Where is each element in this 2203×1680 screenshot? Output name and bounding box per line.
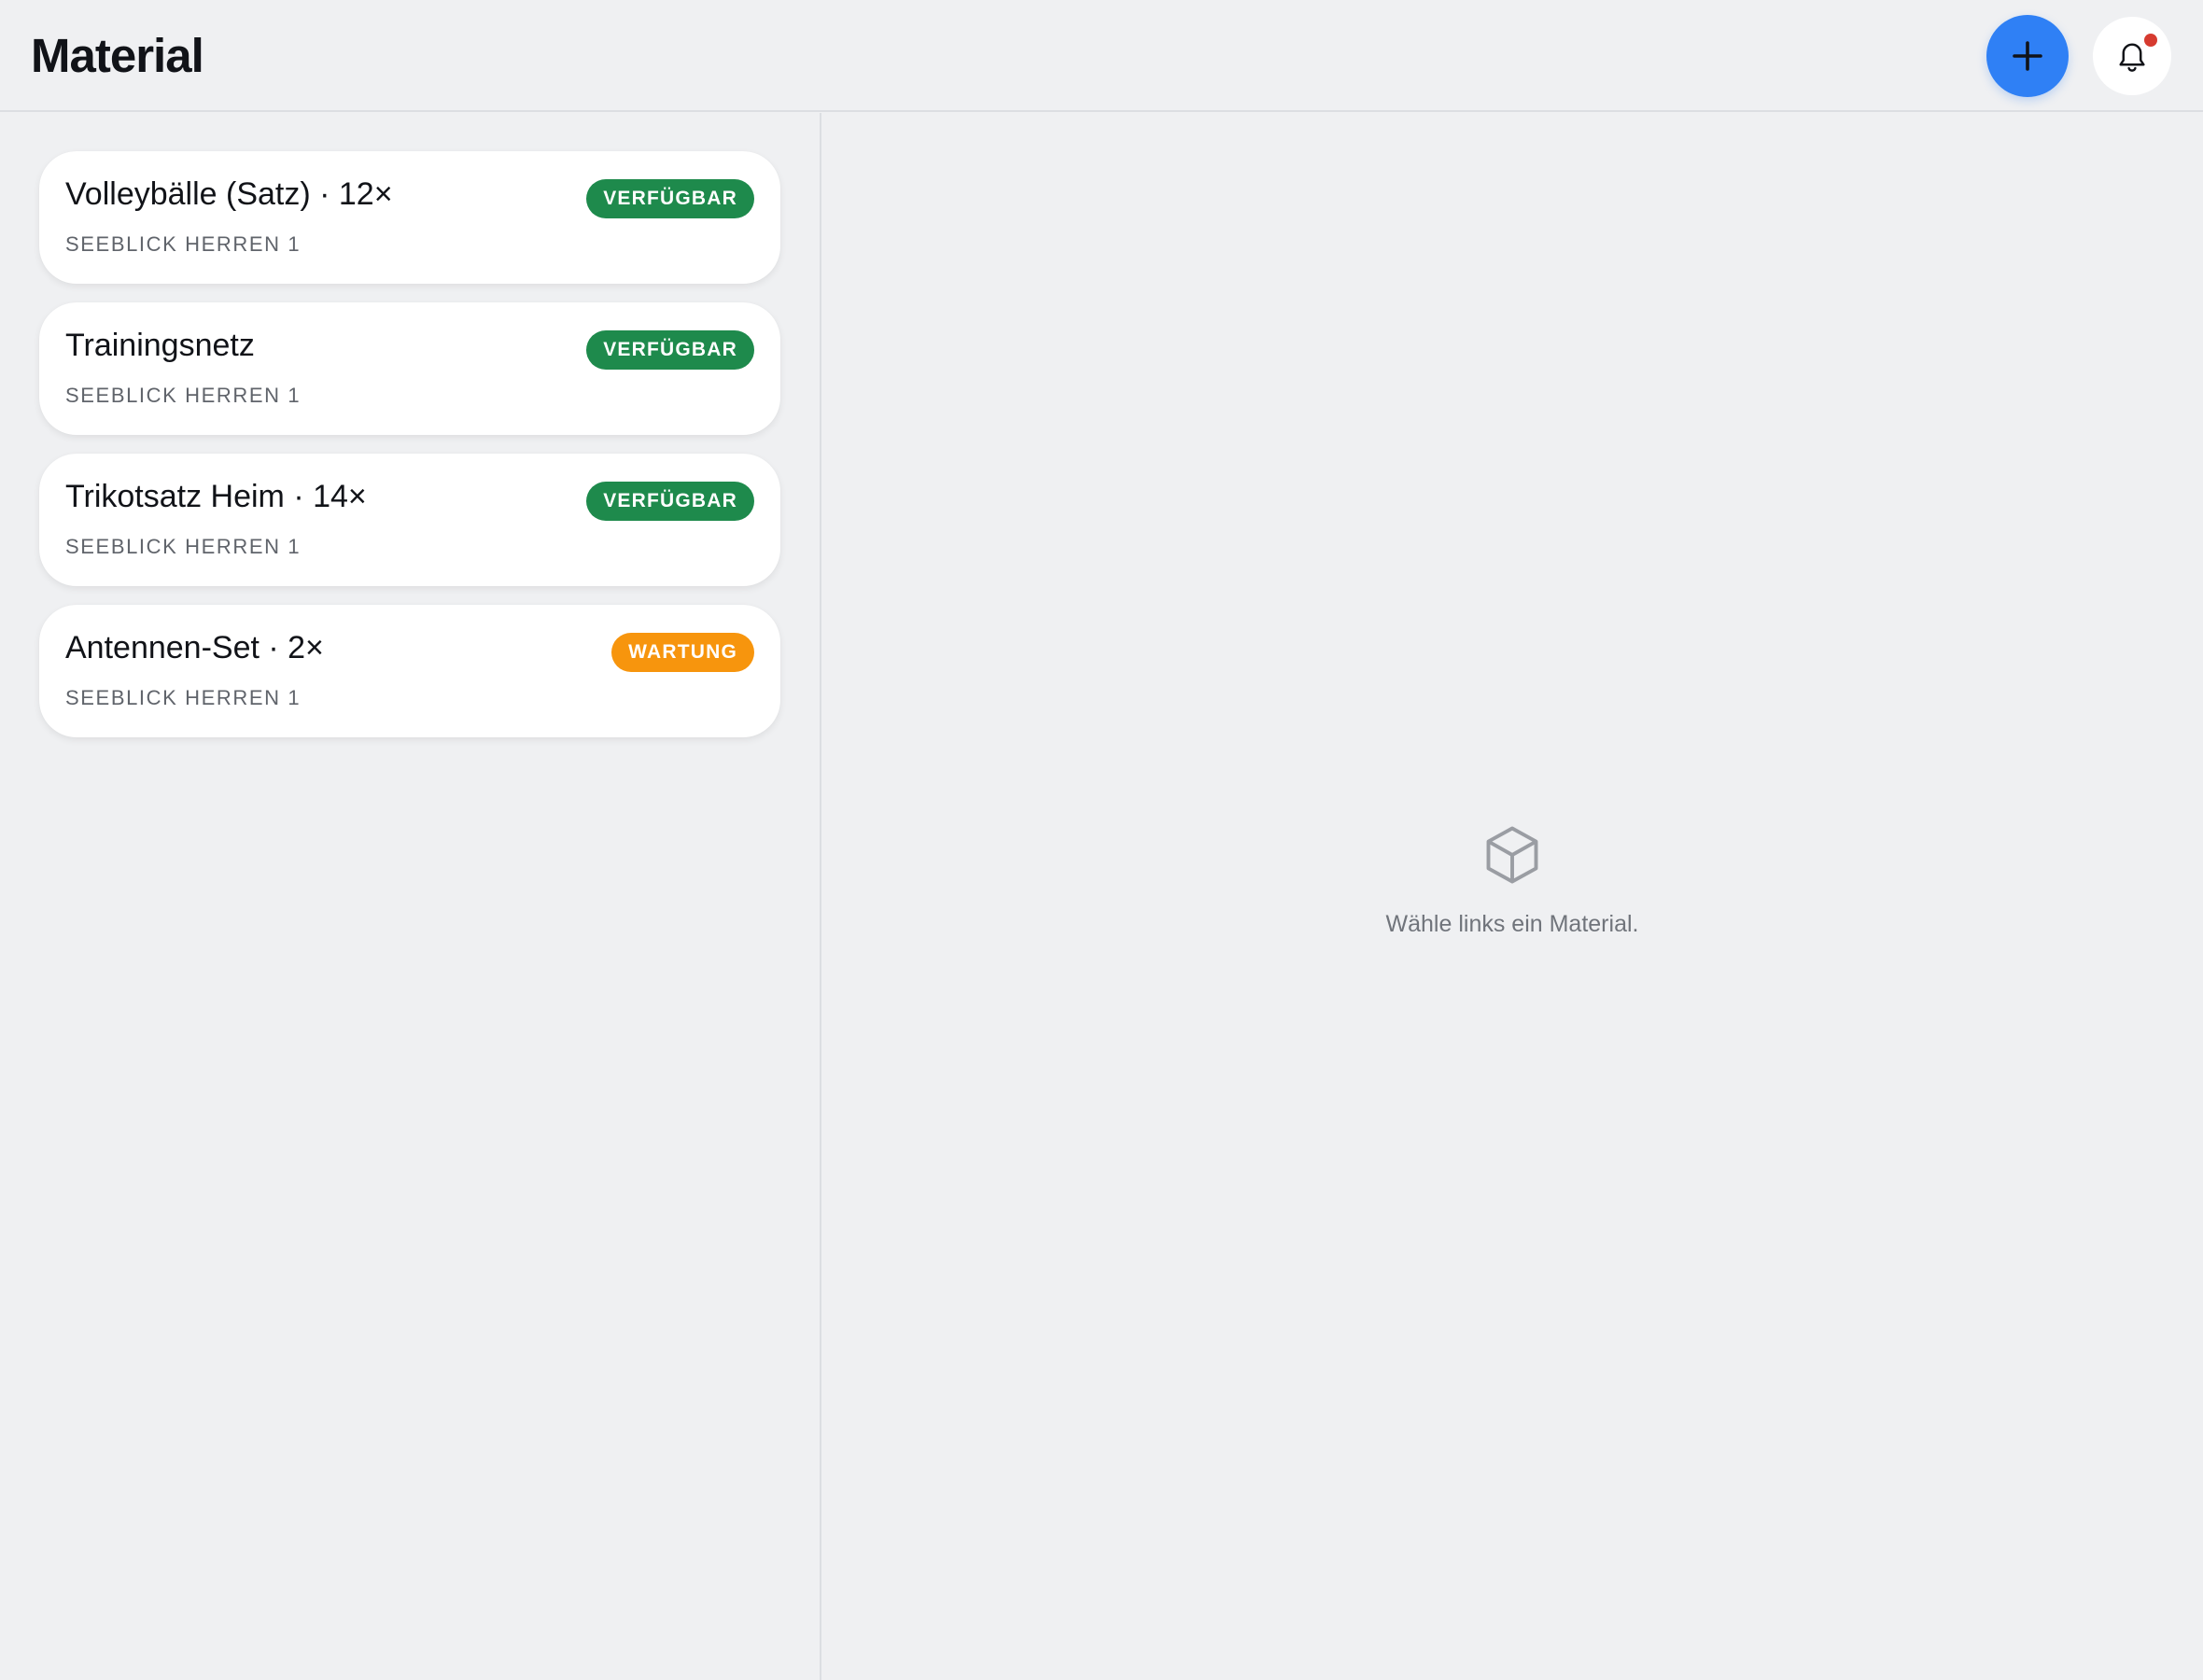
status-badge: VERFÜGBAR bbox=[586, 482, 754, 521]
material-title: Trikotsatz Heim · 14× bbox=[65, 479, 367, 514]
notification-dot bbox=[2144, 34, 2157, 47]
material-card[interactable]: Volleybälle (Satz) · 12× SEEBLICK HERREN… bbox=[39, 151, 780, 284]
app-root: Material Volleybälle (Satz) · 12× SEEBLI… bbox=[0, 0, 2203, 1680]
top-bar: Material bbox=[0, 0, 2203, 112]
add-material-button[interactable] bbox=[1986, 15, 2069, 97]
cube-icon bbox=[1486, 826, 1538, 884]
page-title: Material bbox=[31, 29, 204, 82]
material-card[interactable]: Antennen-Set · 2× SEEBLICK HERREN 1 WART… bbox=[39, 605, 780, 737]
status-badge: VERFÜGBAR bbox=[586, 330, 754, 370]
material-title: Volleybälle (Satz) · 12× bbox=[65, 176, 393, 212]
status-badge: VERFÜGBAR bbox=[586, 179, 754, 218]
status-badge: WARTUNG bbox=[611, 633, 754, 672]
plus-icon bbox=[2013, 41, 2042, 71]
material-team: SEEBLICK HERREN 1 bbox=[65, 232, 302, 256]
material-card[interactable]: Trikotsatz Heim · 14× SEEBLICK HERREN 1 … bbox=[39, 454, 780, 586]
material-title: Antennen-Set · 2× bbox=[65, 630, 324, 665]
material-team: SEEBLICK HERREN 1 bbox=[65, 535, 302, 558]
material-card[interactable]: Trainingsnetz SEEBLICK HERREN 1 VERFÜGBA… bbox=[39, 302, 780, 435]
material-team: SEEBLICK HERREN 1 bbox=[65, 686, 302, 709]
material-title: Trainingsnetz bbox=[65, 328, 255, 363]
empty-state-text: Wähle links ein Material. bbox=[1385, 911, 1639, 937]
detail-empty-state: Wähle links ein Material. bbox=[821, 821, 2203, 938]
material-list: Volleybälle (Satz) · 12× SEEBLICK HERREN… bbox=[0, 113, 820, 1680]
material-team: SEEBLICK HERREN 1 bbox=[65, 384, 302, 407]
notifications-button[interactable] bbox=[2093, 17, 2171, 95]
